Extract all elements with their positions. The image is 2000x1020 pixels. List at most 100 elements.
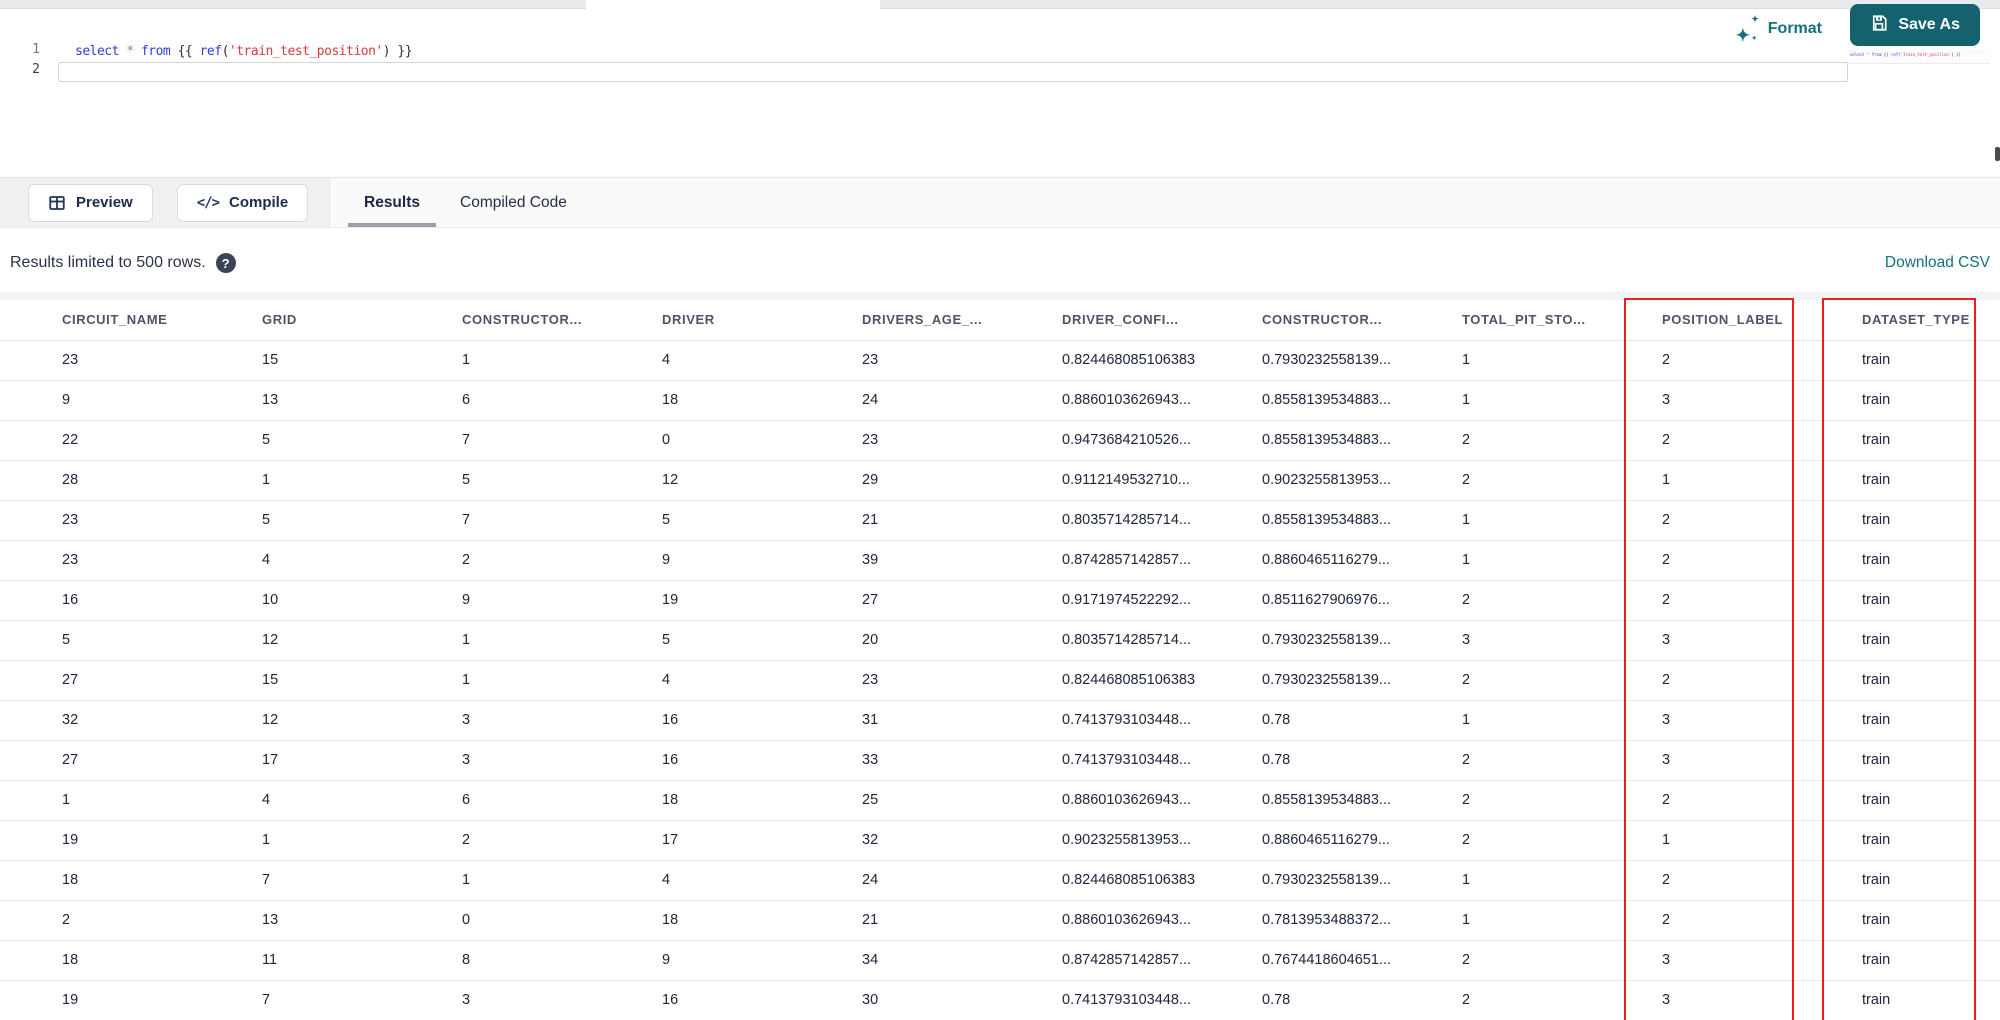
- cell: 0.824468085106383: [1000, 660, 1200, 701]
- editor-scrollbar-thumb[interactable]: [1995, 147, 2000, 161]
- cell: 3: [1400, 620, 1600, 661]
- tab-results[interactable]: Results: [348, 178, 436, 227]
- cell: 10: [200, 580, 400, 621]
- column-header: DRIVERS_AGE_...: [800, 300, 1000, 341]
- table-top-strip: [0, 292, 2000, 300]
- cell: 3: [1600, 740, 1800, 781]
- table-row: 23 5 7 5 21 0.8035714285714... 0.8558139534883…: [0, 500, 2000, 541]
- table-grid-icon: [48, 194, 66, 212]
- cell: 8: [400, 940, 600, 981]
- cell: 2: [1400, 660, 1600, 701]
- cell: 23: [0, 540, 200, 581]
- download-csv-link[interactable]: Download CSV: [1885, 254, 1990, 272]
- code-icon: </>: [196, 194, 220, 211]
- cell: 19: [0, 820, 200, 861]
- active-line-highlight: [58, 62, 1848, 82]
- table-row: 1 4 6 18 25 0.8860103626943... 0.8558139534883…: [0, 780, 2000, 821]
- sql-editor[interactable]: 1 2 select * from {{ ref('train_test_pos…: [0, 4, 2000, 177]
- results-table: CIRCUIT_NAME GRID CONSTRUCTOR... DRIVER DRIV…: [0, 300, 2000, 1020]
- table-header-row: CIRCUIT_NAME GRID CONSTRUCTOR... DRIVER DRIV…: [0, 300, 2000, 341]
- cell: 17: [600, 820, 800, 861]
- cell: 1: [400, 340, 600, 381]
- cell: 0.8742857142857...: [1000, 540, 1200, 581]
- cell: 1: [1400, 540, 1600, 581]
- cell: 0.9473684210526...: [1000, 420, 1200, 461]
- cell: 2: [1400, 740, 1600, 781]
- cell: 32: [0, 700, 200, 741]
- table-row: 16 10 9 19 27 0.9171974522292... 0.85116279069…: [0, 580, 2000, 621]
- table-row: 28 1 5 12 29 0.9112149532710... 0.902325581395…: [0, 460, 2000, 501]
- cell: 13: [200, 900, 400, 941]
- cell: 2: [1600, 660, 1800, 701]
- cell: 0: [400, 900, 600, 941]
- format-button[interactable]: ✦ ✦ ✦ Format: [1736, 11, 1822, 47]
- format-button-label: Format: [1767, 20, 1822, 37]
- cell: 6: [400, 380, 600, 421]
- cell: 0.7413793103448...: [1000, 980, 1200, 1020]
- cell: 19: [600, 580, 800, 621]
- cell: 39: [800, 540, 1000, 581]
- save-icon: [1870, 14, 1888, 37]
- row-limit-text: Results limited to 500 rows.: [10, 254, 206, 271]
- cell: 2: [400, 540, 600, 581]
- column-header: TOTAL_PIT_STO...: [1400, 300, 1600, 341]
- cell: train: [1800, 620, 2000, 661]
- cell: 1: [400, 860, 600, 901]
- compile-button[interactable]: </> Compile: [176, 183, 309, 222]
- table-row: 23 4 2 9 39 0.8742857142857... 0.8860465116279…: [0, 540, 2000, 581]
- cell: 2: [1600, 500, 1800, 541]
- cell: train: [1800, 700, 2000, 741]
- code-line-1: select * from {{ ref('train_test_positio…: [75, 44, 413, 59]
- file-tab-strip: [0, 0, 2000, 9]
- cell: 3: [400, 700, 600, 741]
- column-header: DATASET_TYPE: [1800, 300, 2000, 341]
- preview-button[interactable]: Preview: [28, 183, 153, 222]
- cell: 13: [200, 380, 400, 421]
- cell: 9: [600, 540, 800, 581]
- cell: train: [1800, 740, 2000, 781]
- cell: 4: [200, 780, 400, 821]
- cell: 2: [1400, 980, 1600, 1020]
- cell: 22: [0, 420, 200, 461]
- cell: 5: [400, 460, 600, 501]
- table-row: 18 11 8 9 34 0.8742857142857... 0.767441860465…: [0, 940, 2000, 981]
- save-as-button[interactable]: Save As: [1850, 4, 1980, 46]
- cell: 2: [1400, 580, 1600, 621]
- editor-minimap[interactable]: select * from {{ ref('train_test_positio…: [1848, 49, 1990, 64]
- cell: 12: [600, 460, 800, 501]
- active-file-tab[interactable]: [586, 0, 880, 9]
- cell: 4: [200, 540, 400, 581]
- table-row: 32 12 3 16 31 0.7413793103448... 0.78 1 3 train: [0, 700, 2000, 741]
- cell: 0.824468085106383: [1000, 860, 1200, 901]
- cell: 18: [600, 780, 800, 821]
- cell: 30: [800, 980, 1000, 1020]
- cell: train: [1800, 340, 2000, 381]
- cell: 17: [200, 740, 400, 781]
- cell: 2: [1600, 900, 1800, 941]
- cell: 23: [0, 500, 200, 541]
- cell: 9: [0, 380, 200, 421]
- cell: 0.7930232558139...: [1200, 620, 1400, 661]
- column-header: DRIVER_CONFI...: [1000, 300, 1200, 341]
- cell: 12: [200, 620, 400, 661]
- cell: 0.8511627906976...: [1200, 580, 1400, 621]
- cell: 0.7674418604651...: [1200, 940, 1400, 981]
- table-row: 9 13 6 18 24 0.8860103626943... 0.855813953488…: [0, 380, 2000, 421]
- cell: 11: [200, 940, 400, 981]
- cell: 0.8558139534883...: [1200, 500, 1400, 541]
- cell: 15: [200, 660, 400, 701]
- cell: 5: [200, 500, 400, 541]
- cell: train: [1800, 660, 2000, 701]
- cell: train: [1800, 380, 2000, 421]
- table-row: 18 7 1 4 24 0.824468085106383 0.7930232558139.…: [0, 860, 2000, 901]
- results-toolbar: Preview </> Compile Results Compiled Cod…: [0, 177, 2000, 228]
- cell: 1: [400, 620, 600, 661]
- cell: 12: [200, 700, 400, 741]
- cell: 21: [800, 900, 1000, 941]
- help-icon[interactable]: ?: [215, 253, 236, 273]
- cell: 31: [800, 700, 1000, 741]
- table-row: 23 15 1 4 23 0.824468085106383 0.7930232558139…: [0, 340, 2000, 381]
- table-row: 27 17 3 16 33 0.7413793103448... 0.78 2 3 train: [0, 740, 2000, 781]
- cell: 3: [1600, 620, 1800, 661]
- tab-compiled-code[interactable]: Compiled Code: [444, 178, 583, 227]
